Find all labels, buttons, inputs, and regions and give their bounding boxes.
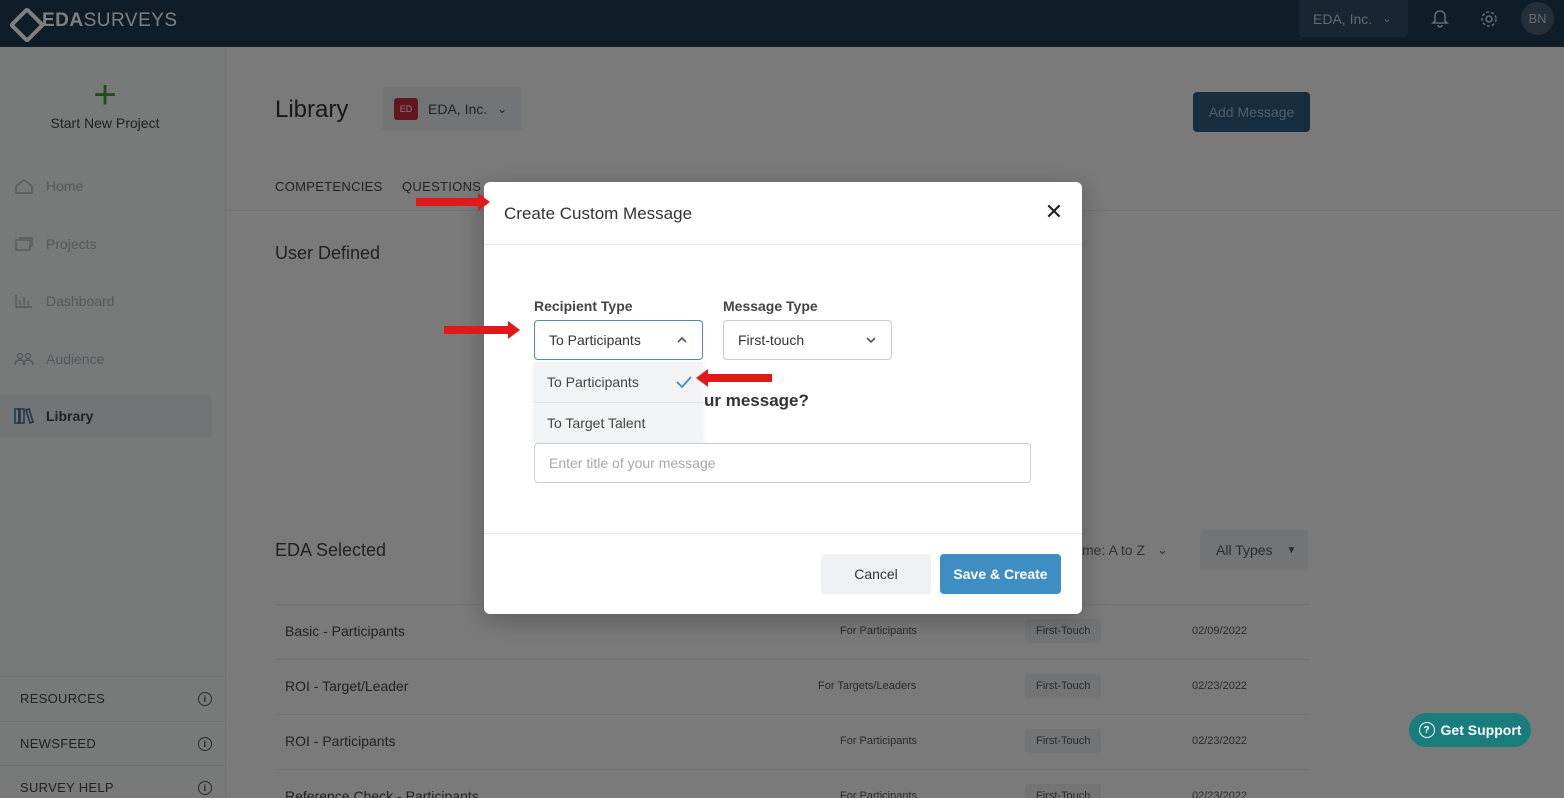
checkmark-icon <box>676 376 692 389</box>
chevron-up-icon <box>677 336 687 343</box>
annotation-arrow-icon <box>444 321 520 339</box>
get-support-button[interactable]: ? Get Support <box>1409 713 1531 747</box>
recipient-type-value: To Participants <box>549 332 641 348</box>
chevron-down-icon <box>866 337 876 344</box>
recipient-option-target-talent[interactable]: To Target Talent <box>534 402 703 442</box>
modal-title: Create Custom Message <box>504 204 693 223</box>
modal-footer-divider <box>484 533 1082 534</box>
annotation-arrow-icon <box>696 369 772 387</box>
message-title-input[interactable] <box>534 443 1031 483</box>
message-type-select[interactable]: First-touch <box>723 320 892 360</box>
option-label: To Target Talent <box>547 414 646 431</box>
recipient-type-select[interactable]: To Participants <box>534 320 703 360</box>
annotation-arrow-icon <box>416 193 490 211</box>
cancel-button[interactable]: Cancel <box>821 554 931 594</box>
create-custom-message-modal: Create Custom Message ✕ Recipient Type T… <box>484 182 1082 614</box>
close-icon[interactable]: ✕ <box>1042 200 1066 224</box>
get-support-label: Get Support <box>1440 722 1522 738</box>
modal-header: Create Custom Message ✕ <box>484 182 1082 245</box>
message-type-label: Message Type <box>723 298 818 314</box>
recipient-option-participants[interactable]: To Participants <box>534 362 703 402</box>
message-type-value: First-touch <box>738 332 805 348</box>
recipient-type-label: Recipient Type <box>534 298 633 314</box>
option-label: To Participants <box>547 374 639 390</box>
recipient-type-dropdown: To Participants To Target Talent <box>534 362 703 442</box>
message-title-question: ur message? <box>704 391 809 410</box>
question-icon: ? <box>1418 722 1435 738</box>
save-and-create-button[interactable]: Save & Create <box>940 554 1061 594</box>
